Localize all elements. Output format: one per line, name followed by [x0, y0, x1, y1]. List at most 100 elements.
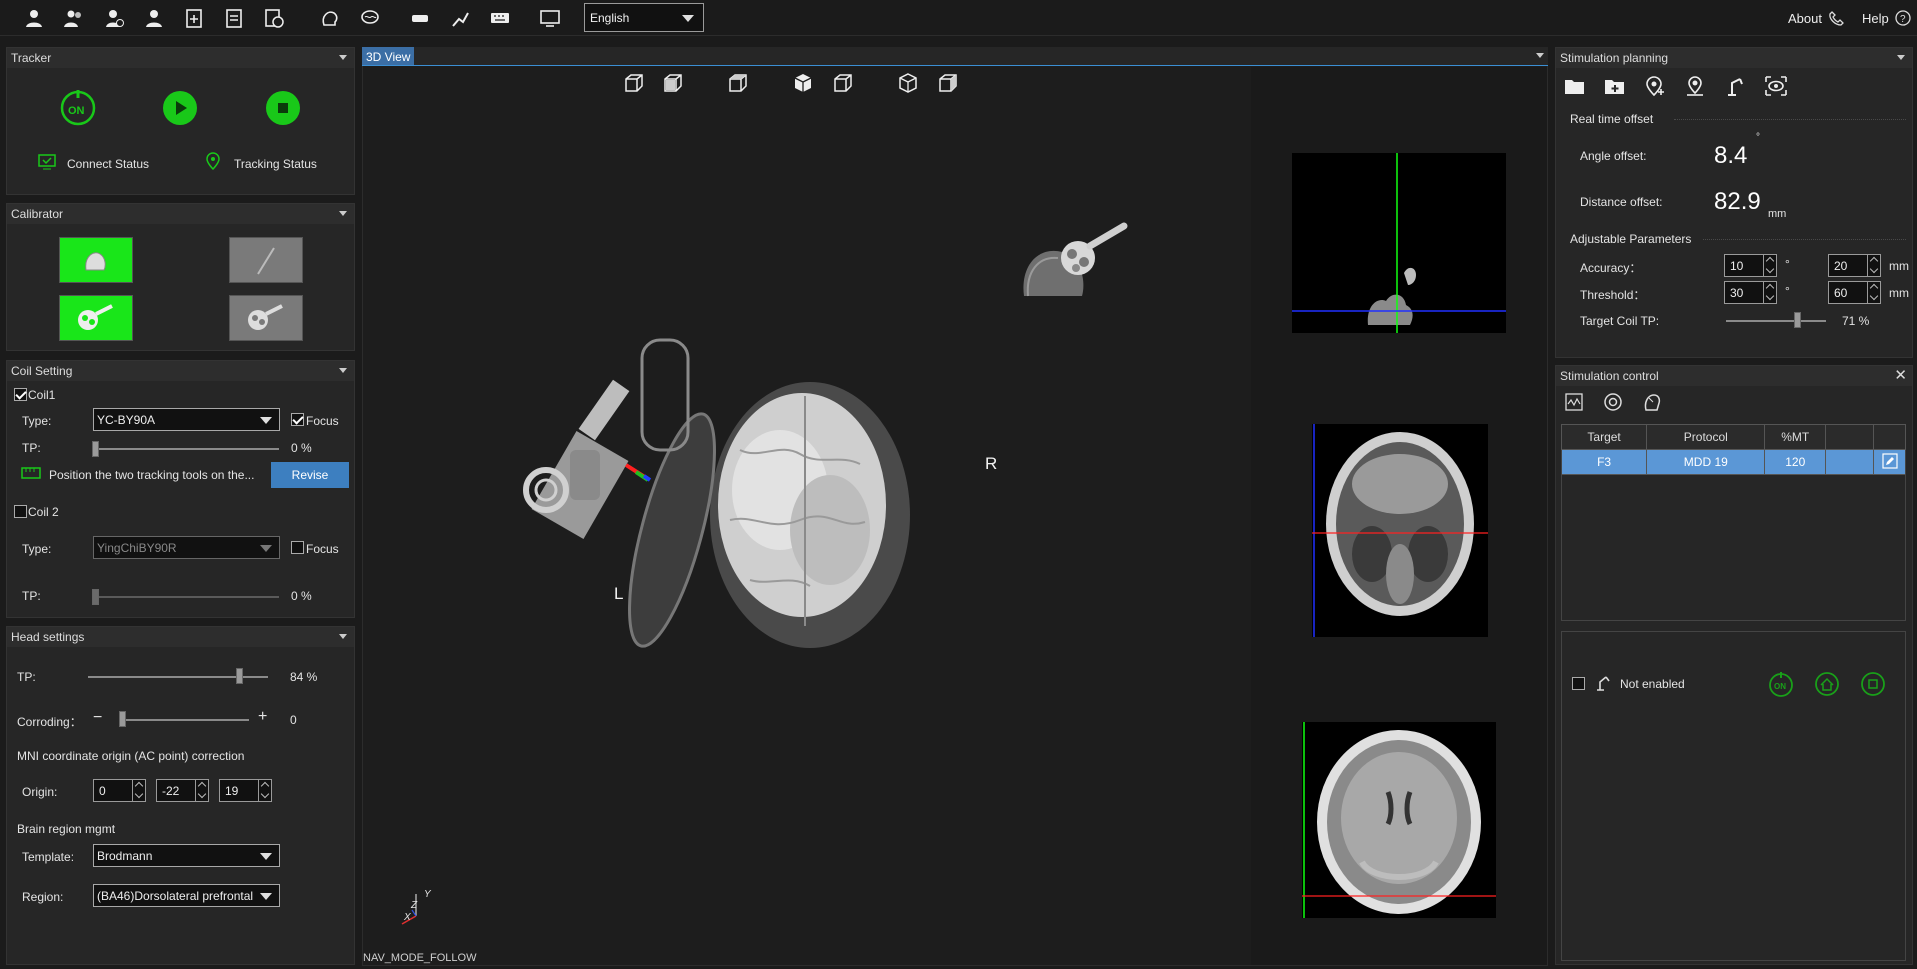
- coil2-calibration-button[interactable]: [229, 295, 303, 341]
- revise-button[interactable]: Revise: [271, 462, 349, 488]
- accuracy-mm-input[interactable]: 20: [1828, 254, 1868, 277]
- patient-group-icon[interactable]: [62, 7, 86, 29]
- column-header-mt[interactable]: %MT: [1764, 424, 1827, 450]
- stop-icon[interactable]: [265, 90, 301, 126]
- coronal-slice-view[interactable]: [1302, 722, 1496, 918]
- threshold-mm-spinner[interactable]: [1867, 281, 1881, 304]
- collapse-caret-icon[interactable]: [1897, 55, 1905, 60]
- column-header-protocol[interactable]: Protocol: [1646, 424, 1766, 450]
- history-icon[interactable]: [262, 7, 286, 29]
- collapse-caret-icon[interactable]: [339, 211, 347, 216]
- coil2-focus-checkbox[interactable]: [291, 541, 304, 554]
- accuracy-mm-spinner[interactable]: [1867, 254, 1881, 277]
- origin-z-spinner[interactable]: [258, 779, 272, 802]
- language-select[interactable]: English: [584, 3, 704, 32]
- pointer-calibration-button[interactable]: [229, 237, 303, 283]
- accuracy-degree-spinner[interactable]: [1763, 254, 1777, 277]
- close-icon[interactable]: ✕: [1894, 366, 1907, 384]
- coil-setting-header[interactable]: Coil Setting: [7, 361, 354, 381]
- threshold-mm-input[interactable]: 60: [1828, 281, 1868, 304]
- stimulation-planning-header[interactable]: Stimulation planning: [1556, 48, 1912, 68]
- head-coil-icon[interactable]: [1642, 392, 1662, 412]
- head-model-icon[interactable]: [318, 7, 342, 29]
- robot-arm-icon[interactable]: [1724, 75, 1746, 97]
- coil1-focus-checkbox[interactable]: [291, 413, 304, 426]
- template-select[interactable]: Brodmann: [93, 844, 280, 867]
- coronal-slice-image: [1302, 722, 1496, 918]
- view-cube-left-icon[interactable]: [727, 72, 749, 94]
- origin-x-spinner[interactable]: [132, 779, 146, 802]
- view-cube-bottom-icon[interactable]: [897, 72, 919, 94]
- origin-x-input[interactable]: 0: [93, 779, 133, 802]
- corroding-slider[interactable]: [119, 719, 249, 721]
- patient-icon[interactable]: [22, 7, 46, 29]
- settings-gear-icon[interactable]: [1603, 392, 1623, 412]
- target-add-icon[interactable]: [1644, 75, 1666, 97]
- view-cube-back-icon[interactable]: [662, 72, 684, 94]
- help-link[interactable]: Help ?: [1862, 10, 1911, 26]
- coil2-checkbox[interactable]: [14, 505, 27, 518]
- power-on-icon[interactable]: ON: [1768, 671, 1794, 697]
- coil1-tp-slider[interactable]: [95, 448, 279, 450]
- head-tp-slider-thumb[interactable]: [236, 668, 244, 684]
- origin-y-input[interactable]: -22: [156, 779, 196, 802]
- open-folder-icon[interactable]: [1564, 76, 1586, 96]
- patient-edit-icon[interactable]: [142, 7, 166, 29]
- add-folder-icon[interactable]: [1604, 76, 1626, 96]
- threshold-degree-input[interactable]: 30: [1724, 281, 1764, 304]
- home-position-icon[interactable]: [1814, 671, 1840, 697]
- coil2-tp-slider-thumb[interactable]: [92, 589, 99, 605]
- axis-z-label: Z: [411, 900, 418, 911]
- coil2-type-select[interactable]: YingChiBY90R: [93, 536, 280, 559]
- region-select[interactable]: (BA46)Dorsolateral prefrontal: [93, 884, 280, 907]
- origin-z-input[interactable]: 19: [219, 779, 259, 802]
- brain-region-title: Brain region mgmt: [17, 822, 116, 836]
- collapse-caret-icon[interactable]: [339, 368, 347, 373]
- robot-arm-icon[interactable]: [448, 7, 472, 29]
- tab-3d-view[interactable]: 3D View: [362, 47, 415, 65]
- collapse-caret-icon[interactable]: [339, 634, 347, 639]
- target-location-icon[interactable]: [1684, 75, 1706, 97]
- coil1-checkbox[interactable]: [14, 388, 27, 401]
- about-link[interactable]: About: [1788, 10, 1844, 26]
- waveform-icon[interactable]: [1564, 392, 1584, 412]
- corroding-decrease-button[interactable]: −: [93, 709, 102, 727]
- report-icon[interactable]: [222, 7, 246, 29]
- sagittal-slice-view[interactable]: [1292, 153, 1506, 333]
- axial-slice-view[interactable]: [1312, 424, 1488, 637]
- calibrator-panel-header[interactable]: Calibrator: [7, 204, 354, 224]
- view-cube-top-icon[interactable]: [832, 72, 854, 94]
- coil1-tp-slider-thumb[interactable]: [92, 441, 99, 457]
- brain-icon[interactable]: [358, 7, 382, 29]
- origin-y-spinner[interactable]: [195, 779, 209, 802]
- new-plan-icon[interactable]: [182, 7, 206, 29]
- corroding-slider-thumb[interactable]: [119, 711, 126, 727]
- tracker-panel-header[interactable]: Tracker: [7, 48, 354, 68]
- enable-stimulation-checkbox[interactable]: [1572, 677, 1585, 690]
- target-coil-tp-slider-thumb[interactable]: [1794, 312, 1801, 328]
- coil2-tp-slider[interactable]: [95, 596, 279, 598]
- view-cube-front-icon[interactable]: [623, 72, 645, 94]
- play-icon[interactable]: [162, 90, 198, 126]
- head-calibration-button[interactable]: [59, 237, 133, 283]
- coil1-type-select[interactable]: YC-BY90A: [93, 408, 280, 431]
- view-cube-iso-icon[interactable]: [937, 72, 959, 94]
- coil-icon[interactable]: [408, 7, 432, 29]
- section-divider: [1674, 119, 1906, 120]
- view-menu-caret-icon[interactable]: [1536, 53, 1544, 58]
- head-settings-header[interactable]: Head settings: [7, 627, 354, 647]
- screen-settings-icon[interactable]: [538, 7, 562, 29]
- column-header-target[interactable]: Target: [1560, 424, 1648, 450]
- stop-icon[interactable]: [1860, 671, 1886, 697]
- coil-calibration-button[interactable]: [59, 295, 133, 341]
- eye-view-icon[interactable]: [1764, 75, 1788, 97]
- patient-add-icon[interactable]: [102, 7, 126, 29]
- threshold-degree-spinner[interactable]: [1763, 281, 1777, 304]
- keyboard-icon[interactable]: [488, 7, 512, 29]
- target-coil-tp-slider[interactable]: [1726, 320, 1826, 322]
- accuracy-degree-input[interactable]: 10: [1724, 254, 1764, 277]
- corroding-increase-button[interactable]: +: [258, 708, 267, 726]
- collapse-caret-icon[interactable]: [339, 55, 347, 60]
- view-cube-right-icon[interactable]: [792, 72, 814, 94]
- power-on-icon[interactable]: ON: [59, 88, 97, 126]
